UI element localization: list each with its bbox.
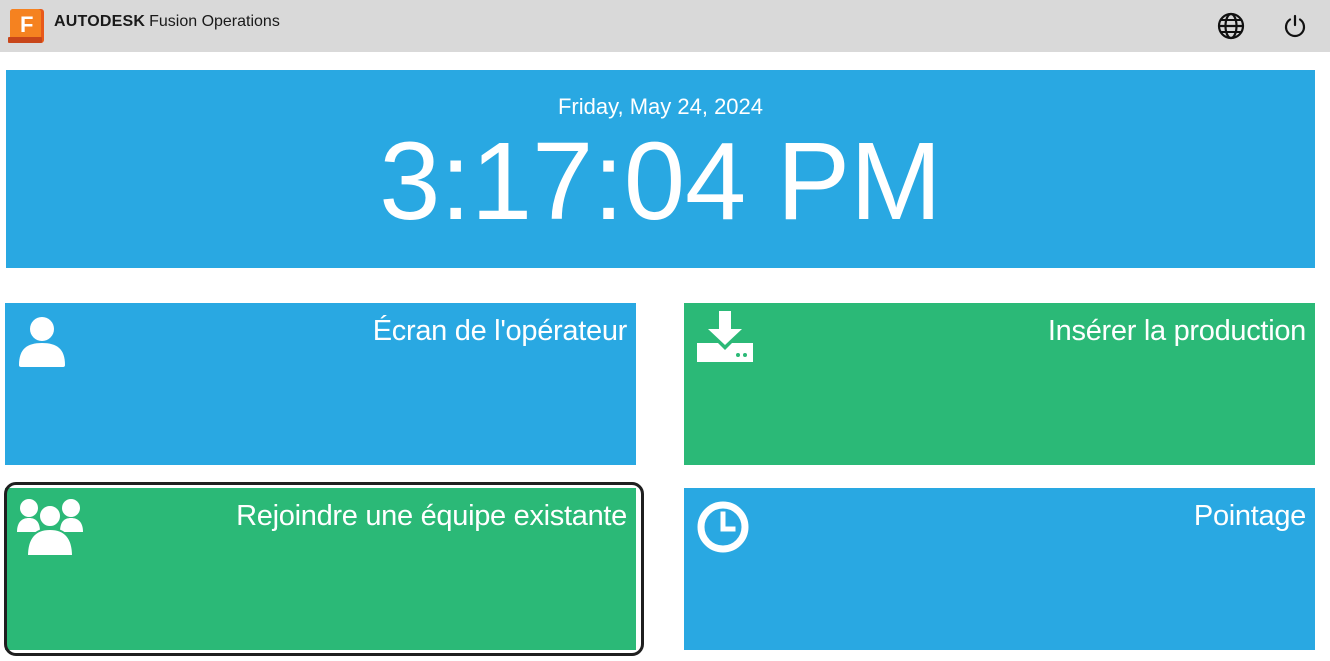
tile-time-clock[interactable]: Pointage [684, 488, 1315, 650]
tile-operator-screen[interactable]: Écran de l'opérateur [5, 303, 636, 465]
brand-product: Fusion Operations [149, 13, 280, 30]
brand-name: AUTODESK Fusion Operations [54, 13, 280, 33]
tile-label: Écran de l'opérateur [372, 315, 628, 347]
tile-join-team[interactable]: Rejoindre une équipe existante [5, 488, 636, 650]
tile-label: Insérer la production [1047, 315, 1306, 347]
top-bar: F AUTODESK Fusion Operations [0, 0, 1330, 52]
tile-label: Pointage [1193, 500, 1306, 532]
users-group-icon [17, 496, 83, 562]
current-date: Friday, May 24, 2024 [557, 94, 764, 119]
logo-letter: F [20, 12, 33, 37]
user-icon [17, 315, 67, 373]
power-button[interactable] [1280, 11, 1310, 41]
current-time: 3:17:04 PM [379, 120, 942, 243]
clock-panel: Friday, May 24, 2024 3:17:04 PM [6, 70, 1315, 268]
power-icon [1284, 14, 1306, 38]
brand-company: AUTODESK [54, 13, 146, 30]
fusion-logo-icon: F [8, 7, 46, 45]
language-button[interactable] [1216, 11, 1246, 41]
tile-insert-production[interactable]: Insérer la production [684, 303, 1315, 465]
globe-icon [1217, 12, 1245, 40]
download-tray-icon [696, 311, 754, 369]
clock-icon [696, 500, 750, 558]
tile-label: Rejoindre une équipe existante [236, 500, 627, 532]
